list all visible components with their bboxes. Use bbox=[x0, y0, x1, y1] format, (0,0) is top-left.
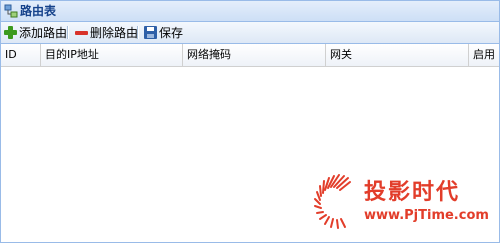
toolbar: 添加路由 删除路由 保存 bbox=[1, 22, 499, 44]
delete-route-label: 删除路由 bbox=[90, 25, 139, 40]
add-route-label: 添加路由 bbox=[19, 25, 68, 40]
column-header-destination-ip[interactable]: 目的IP地址 bbox=[41, 44, 183, 66]
floppy-disk-icon bbox=[144, 26, 157, 39]
route-table-icon bbox=[4, 4, 18, 18]
plus-icon bbox=[4, 26, 17, 39]
toolbar-separator bbox=[67, 26, 69, 39]
save-button[interactable]: 保存 bbox=[144, 24, 183, 41]
watermark-logo-icon bbox=[314, 174, 351, 229]
delete-route-button[interactable]: 删除路由 bbox=[75, 24, 138, 41]
watermark-url: www.PjTime.com bbox=[364, 208, 489, 223]
grid-header: ID 目的IP地址 网络掩码 网关 启用 bbox=[1, 44, 499, 67]
toolbar-separator bbox=[137, 26, 139, 39]
panel-title: 路由表 bbox=[20, 4, 57, 18]
watermark-title: 投影时代 bbox=[364, 180, 461, 205]
column-header-netmask[interactable]: 网络掩码 bbox=[183, 44, 326, 66]
minus-icon bbox=[75, 26, 88, 39]
add-route-button[interactable]: 添加路由 bbox=[4, 24, 67, 41]
column-header-enabled[interactable]: 启用 bbox=[469, 44, 499, 66]
column-header-gateway[interactable]: 网关 bbox=[326, 44, 469, 66]
panel-titlebar: 路由表 bbox=[1, 1, 499, 22]
column-header-id[interactable]: ID bbox=[1, 44, 41, 66]
watermark: 投影时代 www.PjTime.com bbox=[310, 170, 500, 240]
save-label: 保存 bbox=[159, 25, 184, 40]
